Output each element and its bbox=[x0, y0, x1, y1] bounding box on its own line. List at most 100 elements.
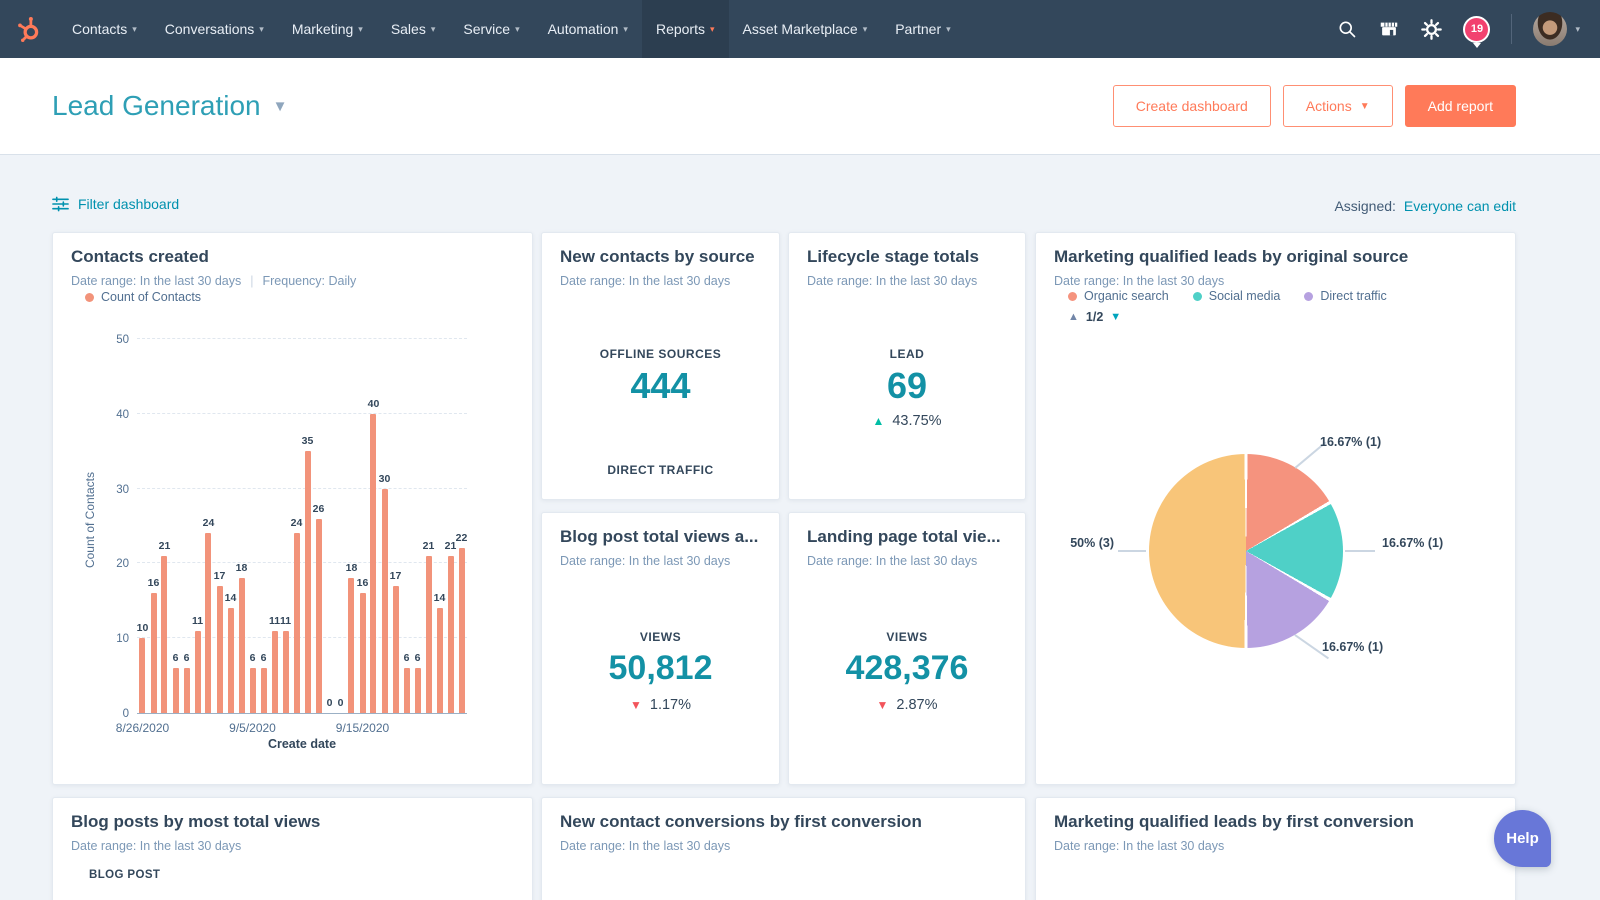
bar[interactable] bbox=[172, 668, 179, 713]
y-tick-label: 20 bbox=[116, 558, 129, 571]
chart-legend[interactable]: Count of Contacts bbox=[85, 290, 201, 304]
bar[interactable] bbox=[348, 578, 355, 713]
search-icon bbox=[1339, 21, 1356, 38]
frequency: Frequency: Daily bbox=[262, 274, 357, 288]
card-subtitle: Date range: In the last 30 days | Frequenc… bbox=[71, 274, 514, 288]
pie-chart[interactable] bbox=[1149, 454, 1343, 648]
bar[interactable] bbox=[359, 593, 366, 713]
chevron-down-icon: ▼ bbox=[272, 97, 288, 115]
bar-value-label: 18 bbox=[235, 562, 248, 575]
assigned-value-link[interactable]: Everyone can edit bbox=[1404, 198, 1516, 214]
legend-label: Social media bbox=[1208, 289, 1281, 303]
legend-item-social-media[interactable]: Social media bbox=[1192, 289, 1281, 303]
legend-page-label: 1/2 bbox=[1085, 310, 1104, 324]
bar[interactable] bbox=[216, 585, 223, 713]
chevron-down-icon: ▾ bbox=[358, 23, 363, 34]
bar[interactable] bbox=[139, 638, 146, 713]
filter-dashboard-link[interactable]: Filter dashboard bbox=[52, 196, 179, 212]
nav-item-label: Service bbox=[463, 21, 511, 37]
delta-value: 2.87% bbox=[896, 697, 938, 713]
bar[interactable] bbox=[425, 555, 432, 713]
bar[interactable] bbox=[403, 668, 410, 713]
marketplace-button[interactable] bbox=[1378, 18, 1400, 40]
bar[interactable] bbox=[293, 533, 300, 713]
legend-prev-button[interactable]: ▲ bbox=[1068, 311, 1079, 323]
nav-item-automation[interactable]: Automation ▾ bbox=[534, 0, 642, 58]
nav-icons: 19 ▾ bbox=[1337, 12, 1600, 46]
nav-item-asset-marketplace[interactable]: Asset Marketplace ▾ bbox=[729, 0, 882, 58]
nav-item-label: Asset Marketplace bbox=[742, 21, 858, 37]
bar[interactable] bbox=[183, 668, 190, 713]
nav-item-conversations[interactable]: Conversations ▾ bbox=[151, 0, 278, 58]
y-tick-label: 50 bbox=[116, 334, 129, 346]
bar[interactable] bbox=[458, 548, 465, 713]
nav-item-label: Partner bbox=[895, 21, 942, 37]
dashboard-title-dropdown[interactable]: Lead Generation ▼ bbox=[52, 90, 287, 122]
top-nav: Contacts ▾ Conversations ▾ Marketing ▾ Sales ▾ S… bbox=[0, 0, 1600, 58]
bar[interactable] bbox=[315, 518, 322, 713]
bar-value-label: 40 bbox=[367, 397, 380, 410]
notification-badge: 19 bbox=[1463, 15, 1491, 43]
bar[interactable] bbox=[205, 533, 212, 713]
bar[interactable] bbox=[447, 555, 454, 713]
bar[interactable] bbox=[304, 451, 311, 713]
bar[interactable] bbox=[271, 630, 278, 713]
bar[interactable] bbox=[392, 585, 399, 713]
x-axis-title: Create date bbox=[267, 737, 337, 751]
card-subtitle: Date range: In the last 30 days bbox=[1054, 274, 1225, 288]
bar[interactable] bbox=[150, 593, 157, 713]
bar[interactable] bbox=[370, 413, 377, 713]
actions-button[interactable]: Actions ▼ bbox=[1282, 85, 1393, 127]
help-button[interactable]: Help bbox=[1494, 810, 1551, 867]
nav-divider bbox=[1511, 14, 1513, 44]
add-report-button[interactable]: Add report bbox=[1404, 85, 1516, 127]
y-tick-label: 0 bbox=[122, 708, 129, 720]
nav-item-marketing[interactable]: Marketing ▾ bbox=[278, 0, 377, 58]
card-lifecycle-stage-totals: Lifecycle stage totals Date range: In th… bbox=[788, 232, 1026, 500]
bar[interactable] bbox=[238, 578, 245, 713]
bar[interactable] bbox=[436, 608, 443, 713]
card-subtitle: Date range: In the last 30 days bbox=[807, 274, 978, 288]
legend-dot bbox=[1304, 291, 1314, 301]
x-tick-label: 8/26/2020 bbox=[115, 721, 170, 735]
legend-item-organic-search[interactable]: Organic search bbox=[1068, 289, 1169, 303]
card-title: Marketing qualified leads by first conve… bbox=[1054, 812, 1414, 831]
card-subtitle: Date range: In the last 30 days bbox=[560, 274, 731, 288]
stat-value: 69 bbox=[886, 365, 928, 406]
y-tick-label: 10 bbox=[116, 633, 129, 646]
bar[interactable] bbox=[227, 608, 234, 713]
legend-item-direct-traffic[interactable]: Direct traffic bbox=[1304, 289, 1387, 303]
bar[interactable] bbox=[282, 630, 289, 713]
nav-item-reports[interactable]: Reports ▾ bbox=[641, 0, 729, 58]
gridline bbox=[137, 637, 467, 639]
create-dashboard-button[interactable]: Create dashboard bbox=[1112, 85, 1271, 127]
date-range: Date range: In the last 30 days bbox=[71, 274, 242, 288]
card-title: New contact conversions by first convers… bbox=[560, 812, 922, 831]
search-button[interactable] bbox=[1337, 19, 1357, 39]
nav-item-contacts[interactable]: Contacts ▾ bbox=[58, 0, 151, 58]
legend-dot bbox=[85, 292, 94, 302]
bar[interactable] bbox=[161, 555, 168, 713]
nav-item-sales[interactable]: Sales ▾ bbox=[377, 0, 450, 58]
notifications-button[interactable]: 19 bbox=[1463, 15, 1491, 43]
pie-slice-label: 16.67% (1) bbox=[1320, 435, 1382, 449]
bar[interactable] bbox=[381, 488, 388, 713]
card-subtitle: Date range: In the last 30 days bbox=[1054, 839, 1225, 853]
bar[interactable] bbox=[260, 668, 267, 713]
account-menu[interactable]: ▾ bbox=[1533, 12, 1580, 46]
bar[interactable] bbox=[194, 630, 201, 713]
card-contacts-created: Contacts created Date range: In the last… bbox=[52, 232, 533, 785]
actions-button-label: Actions bbox=[1305, 98, 1352, 114]
bar-value-label: 35 bbox=[301, 435, 314, 448]
bar[interactable] bbox=[249, 668, 256, 713]
bar[interactable] bbox=[414, 668, 421, 713]
chevron-down-icon: ▾ bbox=[862, 23, 868, 34]
hubspot-logo-icon[interactable] bbox=[0, 0, 58, 58]
nav-item-service[interactable]: Service ▾ bbox=[449, 0, 533, 58]
settings-button[interactable] bbox=[1421, 18, 1443, 40]
legend-next-button[interactable]: ▼ bbox=[1110, 311, 1121, 323]
storefront-icon bbox=[1381, 22, 1398, 36]
filter-icon bbox=[52, 196, 69, 212]
card-subtitle: Date range: In the last 30 days bbox=[807, 554, 978, 568]
nav-item-partner[interactable]: Partner ▾ bbox=[881, 0, 964, 58]
